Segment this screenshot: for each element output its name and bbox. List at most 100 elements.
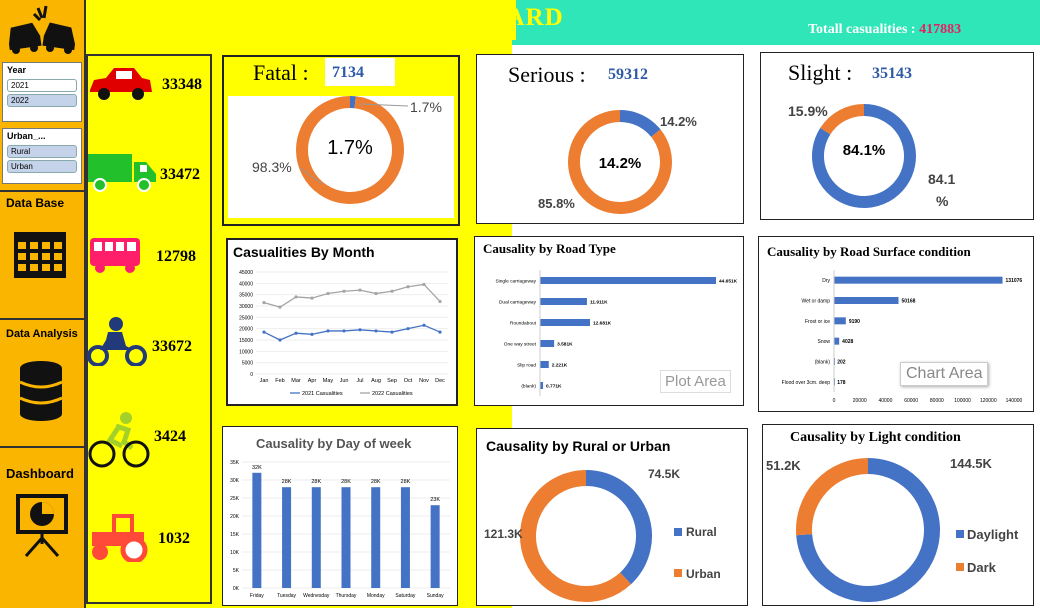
daylight-legend-label: Daylight (967, 527, 1019, 542)
month-point (326, 291, 330, 296)
nav-database-label[interactable]: Data Base (6, 196, 64, 210)
dark-legend-swatch (956, 563, 964, 571)
truck-count: 33472 (160, 166, 200, 183)
surface-category-label: Frost or ice (805, 319, 830, 325)
fatal-label: Fatal : (253, 60, 309, 85)
dark-legend-label: Dark (967, 560, 997, 575)
road-bar (540, 319, 590, 326)
road-category-label: Single carriageway (495, 279, 536, 285)
day-xtick: Monday (367, 593, 385, 599)
month-xtick: Jul (356, 378, 363, 384)
nav-analysis-label[interactable]: Data Analysis (6, 328, 78, 340)
month-ytick: 15000 (239, 338, 253, 344)
road-category-label: One way street (504, 342, 537, 348)
serious-donut-chart: 14.2% 14.2% 85.8% (538, 110, 697, 214)
serious-center-label: 14.2% (599, 155, 642, 172)
day-bar (400, 487, 410, 588)
day-ytick: 5K (233, 568, 240, 574)
tractor-icon (86, 512, 150, 567)
surface-xtick: 80000 (930, 398, 944, 404)
tractor-count: 1032 (158, 530, 190, 547)
month-ytick: 40000 (239, 281, 253, 287)
road-bar (540, 298, 587, 305)
urban-slicer[interactable]: Urban_... Rural Urban (2, 128, 82, 184)
road-value-label: 12.681K (593, 321, 612, 327)
surface-xtick: 100000 (954, 398, 971, 404)
month-point (438, 299, 442, 304)
month-xtick: Mar (291, 378, 301, 384)
month-point (294, 295, 298, 299)
month-xtick: Nov (419, 378, 429, 384)
total-casualties: Totall casualities : 417883 (808, 22, 961, 38)
database-cylinder-icon[interactable] (18, 360, 64, 427)
surface-xtick: 60000 (904, 398, 918, 404)
month-point (374, 291, 378, 296)
surface-value-label: 131076 (1006, 278, 1023, 284)
serious-other-label: 85.8% (538, 196, 575, 211)
motorcycle-count: 33672 (152, 338, 192, 355)
urban-legend-label: Urban (686, 567, 721, 581)
rural-option[interactable]: Rural (7, 145, 77, 158)
total-value: 417883 (919, 22, 962, 37)
surface-value-label: 202 (837, 360, 846, 366)
nav-divider-3 (0, 446, 84, 448)
slight-slice-label: 84.1 (928, 171, 955, 187)
month-legend-label: 2022 Casualities (372, 391, 413, 397)
month-xtick: Feb (275, 378, 284, 384)
month-point (422, 282, 426, 287)
presentation-chart-icon[interactable] (12, 492, 72, 563)
month-ytick: 5000 (242, 361, 253, 367)
month-point (358, 288, 362, 292)
month-xtick: Dec (435, 378, 445, 384)
road-value-label: 3.581K (557, 342, 573, 348)
day-ytick: 15K (230, 532, 240, 538)
surface-bar (834, 297, 899, 304)
surface-bar (834, 337, 840, 345)
rural-legend-label: Rural (686, 525, 717, 539)
month-point (390, 330, 394, 334)
month-point (262, 301, 266, 305)
surface-bar (834, 276, 1003, 284)
day-chart-title: Causality by Day of week (256, 436, 412, 451)
year-slicer[interactable]: Year 2021 2022 (2, 62, 82, 122)
rural-donut-chart: 74.5K 121.3K Rural Urban (484, 467, 721, 602)
fatal-other-label: 98.3% (252, 159, 292, 175)
day-value-label: 28K (282, 479, 292, 485)
day-ytick: 10K (230, 550, 240, 556)
surface-category-label: Dry (822, 278, 830, 284)
road-category-label: Dual carriageway (499, 300, 537, 306)
month-point (342, 329, 346, 333)
month-point (310, 332, 314, 336)
rural-value-label: 74.5K (648, 467, 680, 481)
month-point (438, 330, 442, 334)
total-label: Totall casualities : (808, 22, 920, 37)
year-2022-option[interactable]: 2022 (7, 94, 77, 107)
day-bar (371, 487, 381, 588)
nav-dashboard-label[interactable]: Dashboard (6, 466, 74, 481)
dark-value-label: 51.2K (766, 458, 801, 473)
urban-slice (520, 470, 632, 602)
database-calendar-icon[interactable] (12, 228, 68, 285)
year-2021-option[interactable]: 2021 (7, 79, 77, 92)
surface-bar (834, 317, 846, 325)
slight-other-slice (820, 104, 865, 135)
surface-xtick: 0 (833, 398, 836, 404)
left-nav: Year 2021 2022 Urban_... Rural Urban Dat… (0, 0, 86, 608)
month-ytick: 10000 (239, 349, 253, 355)
day-xtick: Sunday (427, 593, 444, 599)
fatal-center-label: 1.7% (327, 137, 373, 159)
day-bar (430, 505, 440, 588)
month-line-chart: 0 5000 10000 15000 20000 25000 30000 35000 40000… (239, 270, 448, 397)
light-donut-chart: 144.5K 51.2K Daylight Dark (766, 456, 1019, 602)
month-ytick: 30000 (239, 304, 253, 310)
rural-legend-swatch (674, 528, 682, 536)
road-bar (540, 340, 555, 347)
serious-label: Serious : (508, 62, 586, 87)
bicycle-count: 3424 (154, 428, 186, 445)
surface-xtick: 140000 (1006, 398, 1023, 404)
fatal-slice-label: 1.7% (410, 99, 442, 115)
urban-option[interactable]: Urban (7, 160, 77, 173)
day-value-label: 28K (341, 479, 351, 485)
accident-icon (4, 4, 80, 56)
urban-value-label: 121.3K (484, 527, 523, 541)
